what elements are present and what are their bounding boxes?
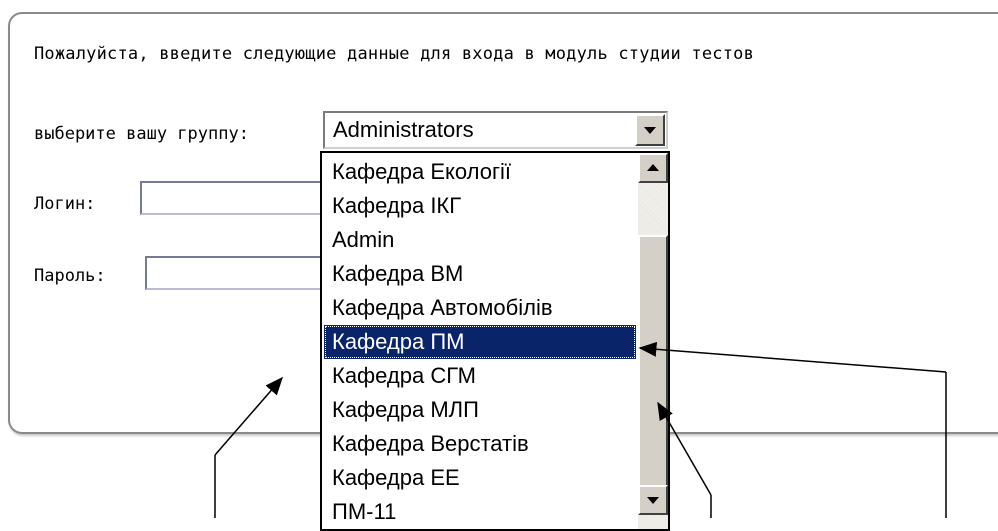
annotation-arrow — [638, 341, 947, 373]
annotation-arrow — [214, 376, 283, 456]
annotation-arrows — [214, 341, 947, 518]
annotation-arrow — [657, 401, 712, 496]
